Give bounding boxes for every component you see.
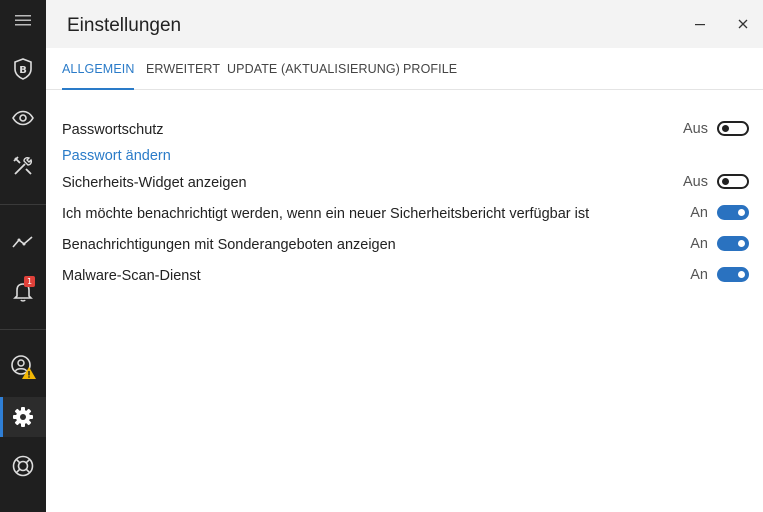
lifebuoy-icon	[12, 455, 34, 477]
menu-icon	[15, 15, 31, 26]
sidebar: B 1	[0, 0, 46, 512]
sidebar-item-utilities[interactable]	[0, 146, 46, 186]
sidebar-item-protection[interactable]: B	[0, 49, 46, 89]
close-icon	[738, 19, 748, 29]
security-widget-state: Aus	[683, 174, 708, 190]
sidebar-item-privacy[interactable]	[0, 98, 46, 138]
tab-allgemein[interactable]: ALLGEMEIN	[62, 62, 135, 90]
title-bar: Einstellungen	[46, 0, 763, 48]
eye-icon	[12, 110, 34, 126]
gear-icon	[13, 407, 33, 427]
minimize-button[interactable]	[688, 12, 712, 36]
sidebar-item-support[interactable]	[0, 446, 46, 486]
tab-bar: ALLGEMEIN ERWEITERT UPDATE (AKTUALISIERU…	[46, 48, 763, 90]
tab-erweitert[interactable]: ERWEITERT	[146, 62, 220, 90]
password-protection-state: Aus	[683, 121, 708, 137]
activity-icon	[12, 236, 33, 248]
malware-scan-toggle[interactable]	[717, 267, 749, 282]
password-protection-toggle[interactable]	[717, 121, 749, 136]
sidebar-divider	[0, 204, 46, 205]
report-notification-label: Ich möchte benachrichtigt werden, wenn e…	[62, 206, 590, 222]
notification-badge: 1	[24, 276, 35, 287]
account-warning-icon	[11, 355, 36, 379]
security-widget-toggle[interactable]	[717, 174, 749, 189]
sidebar-item-notifications[interactable]: 1	[0, 271, 46, 311]
shield-icon: B	[14, 58, 32, 80]
report-notification-toggle[interactable]	[717, 205, 749, 220]
password-protection-label: Passwortschutz	[62, 122, 164, 138]
window-title: Einstellungen	[67, 15, 182, 36]
close-button[interactable]	[731, 12, 755, 36]
menu-button[interactable]	[0, 0, 46, 40]
malware-scan-label: Malware-Scan-Dienst	[62, 268, 201, 284]
shield-letter: B	[19, 65, 27, 76]
sidebar-item-settings[interactable]	[0, 397, 46, 437]
change-password-link[interactable]: Passwort ändern	[62, 148, 171, 164]
special-offers-state: An	[690, 236, 708, 252]
tools-icon	[13, 156, 33, 175]
malware-scan-state: An	[690, 267, 708, 283]
tab-profile[interactable]: PROFILE	[403, 62, 457, 90]
tab-update[interactable]: UPDATE (AKTUALISIERUNG)	[227, 62, 400, 90]
minimize-icon	[695, 24, 705, 26]
special-offers-label: Benachrichtigungen mit Sonderangeboten a…	[62, 237, 396, 253]
security-widget-label: Sicherheits-Widget anzeigen	[62, 175, 247, 191]
sidebar-item-account[interactable]	[0, 347, 46, 387]
sidebar-divider	[0, 329, 46, 330]
special-offers-toggle[interactable]	[717, 236, 749, 251]
report-notification-state: An	[690, 205, 708, 221]
sidebar-item-activity[interactable]	[0, 222, 46, 262]
